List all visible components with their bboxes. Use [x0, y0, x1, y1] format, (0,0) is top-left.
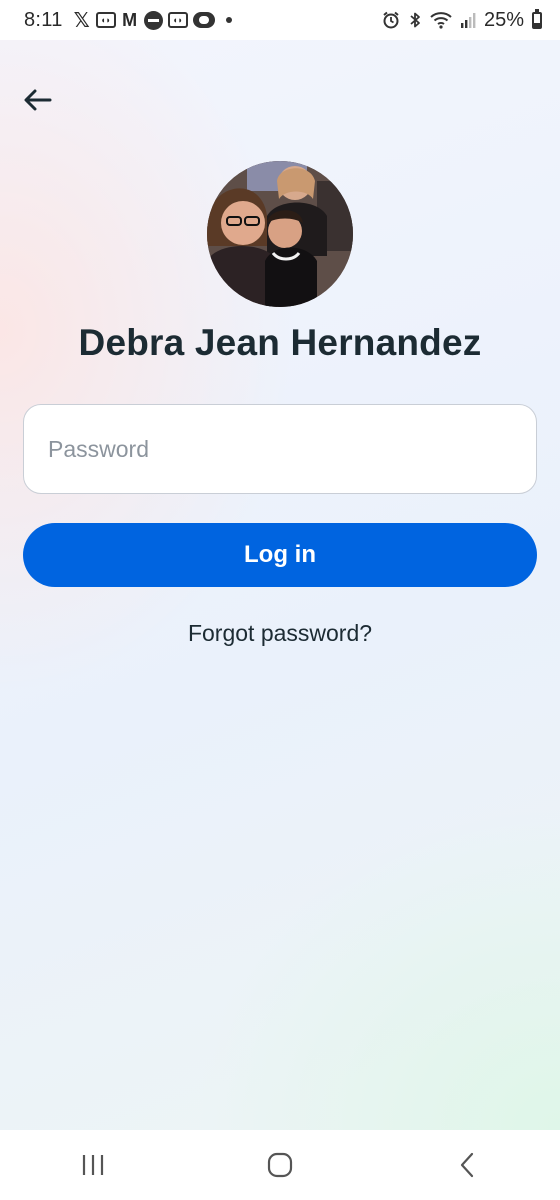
home-button[interactable] — [240, 1135, 320, 1195]
arrow-left-icon — [24, 89, 52, 111]
system-icons: 25% — [382, 8, 542, 32]
avatar — [207, 161, 353, 307]
forgot-password-link[interactable]: Forgot password? — [0, 620, 560, 647]
x-icon: 𝕏 — [73, 9, 90, 32]
login-screen: 8:11 𝕏 ◖◗ M ◖◗ 25% Debra Jean Hernandez … — [0, 0, 560, 1200]
recent-apps-button[interactable] — [53, 1135, 133, 1195]
battery-icon — [532, 8, 542, 29]
navigation-bar — [0, 1130, 560, 1200]
back-icon — [460, 1152, 473, 1178]
game-controller-icon: ◖◗ — [95, 12, 116, 28]
back-button[interactable] — [18, 80, 58, 120]
more-dot-icon — [225, 17, 232, 23]
wifi-icon — [430, 11, 452, 29]
home-icon — [267, 1152, 293, 1178]
app-circle-icon — [143, 10, 163, 30]
alarm-icon — [382, 11, 400, 29]
password-input[interactable] — [24, 405, 536, 493]
game-controller-icon: ◖◗ — [167, 12, 188, 28]
profile-name: Debra Jean Hernandez — [78, 322, 482, 363]
profile-photo — [207, 161, 353, 307]
recent-apps-icon — [83, 1155, 104, 1175]
signal-icon — [460, 12, 476, 28]
battery-percent: 25% — [483, 8, 524, 31]
password-field-container — [23, 404, 537, 494]
status-bar: 8:11 𝕏 ◖◗ M ◖◗ 25% — [0, 0, 560, 40]
back-nav-button[interactable] — [427, 1135, 507, 1195]
gmail-icon: M — [122, 9, 138, 30]
app-pill-icon — [192, 12, 215, 28]
status-time: 8:11 — [24, 8, 63, 31]
notification-icons: 𝕏 ◖◗ M ◖◗ — [73, 9, 232, 32]
bluetooth-icon — [408, 11, 422, 29]
battery-level — [534, 23, 540, 27]
login-button[interactable]: Log in — [23, 523, 537, 587]
